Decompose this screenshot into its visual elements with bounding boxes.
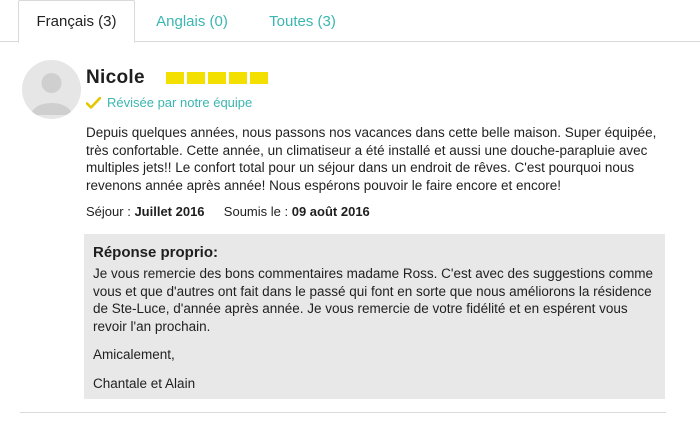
- submitted-label: Soumis le :: [223, 204, 289, 219]
- owner-reply: Réponse proprio: Je vous remercie des bo…: [84, 234, 665, 399]
- stay-value: Juillet 2016: [134, 204, 205, 219]
- owner-reply-title: Réponse proprio:: [93, 244, 219, 261]
- checkmark-icon: [86, 96, 101, 109]
- user-silhouette-icon: [31, 73, 72, 115]
- star-icon: [187, 72, 205, 84]
- star-icon: [250, 72, 268, 84]
- stay-label: Séjour :: [86, 204, 131, 219]
- verified-label: Révisée par notre équipe: [107, 95, 253, 110]
- divider: [20, 412, 666, 413]
- avatar: [22, 60, 81, 119]
- owner-reply-text: Je vous remercie des bons commentaires m…: [93, 266, 654, 334]
- owner-reply-closing: Amicalement,: [93, 347, 175, 362]
- tab-english[interactable]: Anglais (0): [140, 0, 244, 42]
- tab-all[interactable]: Toutes (3): [255, 0, 350, 42]
- owner-reply-signature: Chantale et Alain: [93, 376, 196, 391]
- review-meta: Séjour : Juillet 2016 Soumis le : 09 aoû…: [86, 204, 370, 219]
- star-icon: [208, 72, 226, 84]
- verified-badge: Révisée par notre équipe: [86, 95, 252, 110]
- star-rating: [166, 72, 268, 84]
- star-icon: [229, 72, 247, 84]
- review-language-tabs: Français (3) Anglais (0) Toutes (3): [0, 0, 700, 43]
- review-text: Depuis quelques années, nous passons nos…: [86, 125, 657, 193]
- submitted-value: 09 août 2016: [291, 204, 370, 219]
- reviewer-name: Nicole: [86, 67, 145, 88]
- star-icon: [166, 72, 184, 84]
- review-card: Nicole Révisée par notre équipe Depuis q…: [0, 42, 700, 421]
- tab-french[interactable]: Français (3): [18, 0, 135, 43]
